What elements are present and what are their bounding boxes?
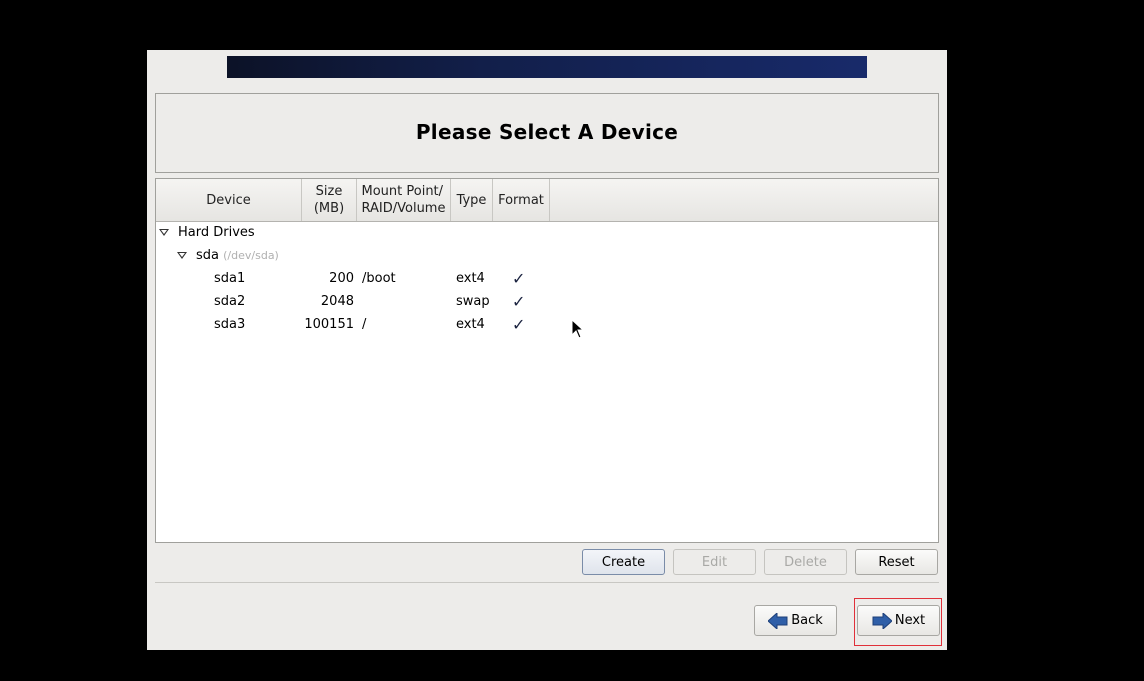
expander-expanded-icon[interactable] — [159, 229, 169, 236]
column-format[interactable]: Format — [493, 179, 550, 221]
checkmark-icon: ✓ — [512, 292, 526, 311]
next-button-highlight — [854, 598, 942, 646]
create-button[interactable]: Create — [582, 549, 665, 575]
installer-window: Please Select A Device Device Size (MB) M… — [147, 50, 947, 650]
cell-size: 2048 — [320, 294, 354, 309]
cell-type: swap — [456, 294, 490, 309]
table-row[interactable]: sda1 200 /boot ext4 ✓ — [156, 267, 938, 290]
cell-mount: / — [362, 317, 367, 332]
disk-path: (/dev/sda) — [223, 249, 279, 262]
table-row[interactable]: sda3 100151 / ext4 ✓ — [156, 313, 938, 336]
mouse-cursor-icon — [572, 320, 584, 339]
reset-button[interactable]: Reset — [855, 549, 938, 575]
tree-disk-sda[interactable]: sda (/dev/sda) — [156, 244, 938, 267]
delete-button[interactable]: Delete — [764, 549, 847, 575]
arrow-left-icon — [768, 612, 788, 629]
page-title: Please Select A Device — [415, 120, 679, 144]
column-device[interactable]: Device — [156, 179, 302, 221]
checkmark-icon: ✓ — [512, 269, 526, 288]
tree-group-hard-drives[interactable]: Hard Drives — [156, 221, 938, 244]
cell-type: ext4 — [456, 271, 485, 286]
cell-mount: /boot — [362, 271, 396, 286]
column-size[interactable]: Size (MB) — [302, 179, 357, 221]
back-button[interactable]: Back — [754, 605, 837, 636]
column-mount-point[interactable]: Mount Point/RAID/Volume — [357, 179, 451, 221]
expander-expanded-icon[interactable] — [177, 252, 187, 259]
cell-size: 100151 — [304, 317, 354, 332]
cell-device: sda2 — [214, 294, 246, 309]
disk-name: sda — [196, 248, 219, 263]
cell-type: ext4 — [456, 317, 485, 332]
column-type[interactable]: Type — [451, 179, 493, 221]
edit-button[interactable]: Edit — [673, 549, 756, 575]
divider — [155, 582, 939, 583]
cell-device: sda3 — [214, 317, 246, 332]
table-row[interactable]: sda2 2048 swap ✓ — [156, 290, 938, 313]
header-banner — [227, 56, 867, 78]
tree-header: Device Size (MB) Mount Point/RAID/Volume … — [156, 179, 938, 222]
cell-size: 200 — [329, 271, 354, 286]
device-tree[interactable]: Device Size (MB) Mount Point/RAID/Volume … — [155, 178, 939, 543]
title-panel: Please Select A Device — [155, 93, 939, 173]
checkmark-icon: ✓ — [512, 315, 526, 334]
cell-device: sda1 — [214, 271, 246, 286]
